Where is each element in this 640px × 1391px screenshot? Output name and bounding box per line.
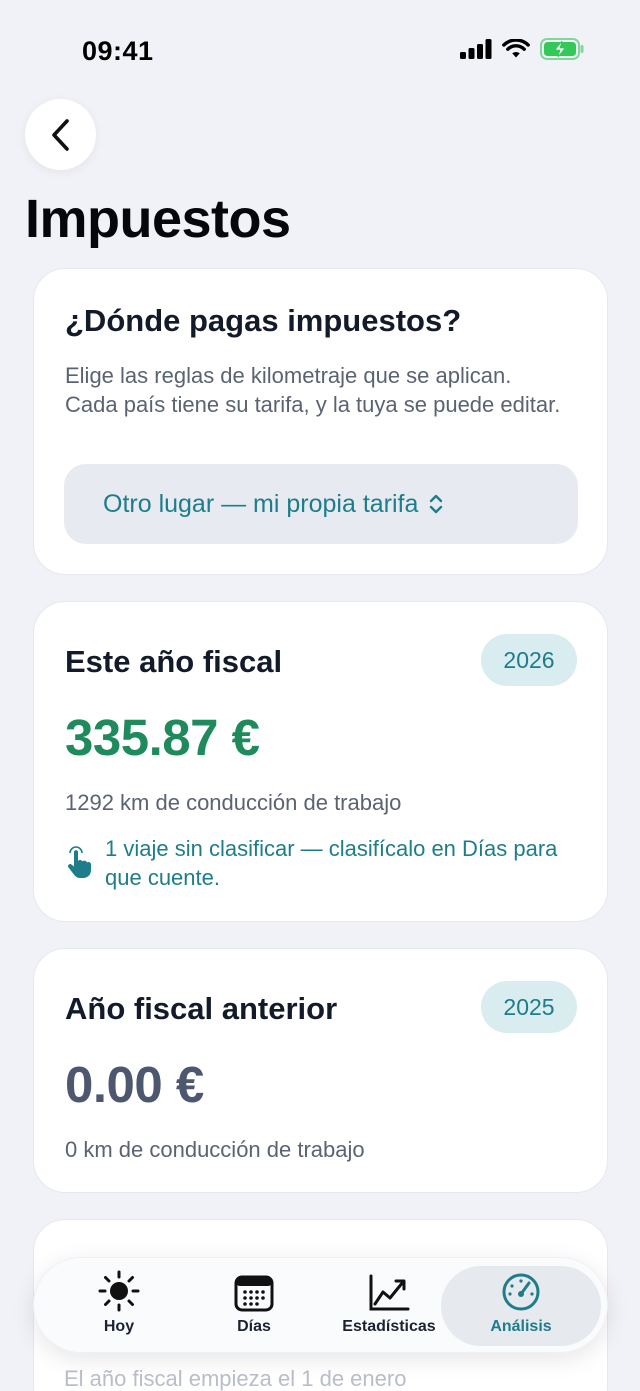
current-fiscal-year-card[interactable]: Este año fiscal 2026 335.87 € 1292 km de…: [33, 601, 608, 922]
tab-analisis[interactable]: Análisis: [441, 1266, 601, 1346]
current-work-distance: 1292 km de conducción de trabajo: [65, 790, 402, 815]
current-fiscal-year-heading: Este año fiscal: [65, 644, 283, 679]
previous-fiscal-year-heading: Año fiscal anterior: [65, 991, 338, 1026]
tax-country-card: ¿Dónde pagas impuestos? Elige las reglas…: [33, 268, 608, 575]
hand-tap-icon: [68, 846, 91, 878]
wifi-icon: [502, 39, 530, 58]
tax-rule-picker-value: Otro lugar — mi propia tarifa: [103, 489, 419, 518]
tab-label: Análisis: [490, 1318, 552, 1335]
chevron-up-down-icon: [428, 493, 444, 515]
year-badge: 2025: [481, 981, 577, 1033]
tab-bar: Hoy Días Estadísticas Análisis: [33, 1257, 608, 1353]
year-badge: 2026: [481, 634, 577, 686]
page-title: Impuestos: [25, 189, 291, 249]
tab-hoy[interactable]: Hoy: [49, 1266, 189, 1346]
cellular-signal-icon: [460, 39, 492, 59]
calendar-icon: [234, 1275, 274, 1312]
chevron-left-icon: [51, 118, 69, 151]
previous-fiscal-amount: 0.00 €: [65, 1056, 204, 1113]
tab-label: Hoy: [103, 1318, 135, 1335]
status-icons: [460, 38, 584, 60]
unclassified-trip-notice-text: 1 viaje sin clasificar — clasifícalo en …: [105, 836, 558, 890]
previous-fiscal-year-card[interactable]: Año fiscal anterior 2025 0.00 € 0 km de …: [33, 948, 608, 1193]
tab-estadisticas[interactable]: Estadísticas: [319, 1266, 459, 1346]
gauge-icon: [502, 1273, 540, 1311]
back-button[interactable]: [25, 99, 96, 170]
tab-dias[interactable]: Días: [184, 1266, 324, 1346]
unclassified-trip-notice[interactable]: 1 viaje sin clasificar — clasifícalo en …: [65, 834, 575, 892]
fiscal-year-start-note: El año fiscal empieza el 1 de enero: [64, 1366, 407, 1391]
status-time: 09:41: [82, 36, 154, 66]
previous-work-distance: 0 km de conducción de trabajo: [65, 1137, 365, 1162]
status-bar: 09:41: [0, 0, 640, 100]
tab-label: Días: [237, 1318, 271, 1335]
tax-country-description: Elige las reglas de kilometraje que se a…: [65, 363, 561, 417]
battery-charging-icon: [540, 38, 584, 60]
chart-line-icon: [369, 1274, 410, 1311]
current-fiscal-amount: 335.87 €: [65, 709, 260, 766]
tax-rule-picker[interactable]: Otro lugar — mi propia tarifa: [64, 464, 578, 544]
sun-icon: [98, 1270, 140, 1312]
tab-label: Estadísticas: [342, 1318, 436, 1335]
tax-country-heading: ¿Dónde pagas impuestos?: [65, 303, 462, 338]
